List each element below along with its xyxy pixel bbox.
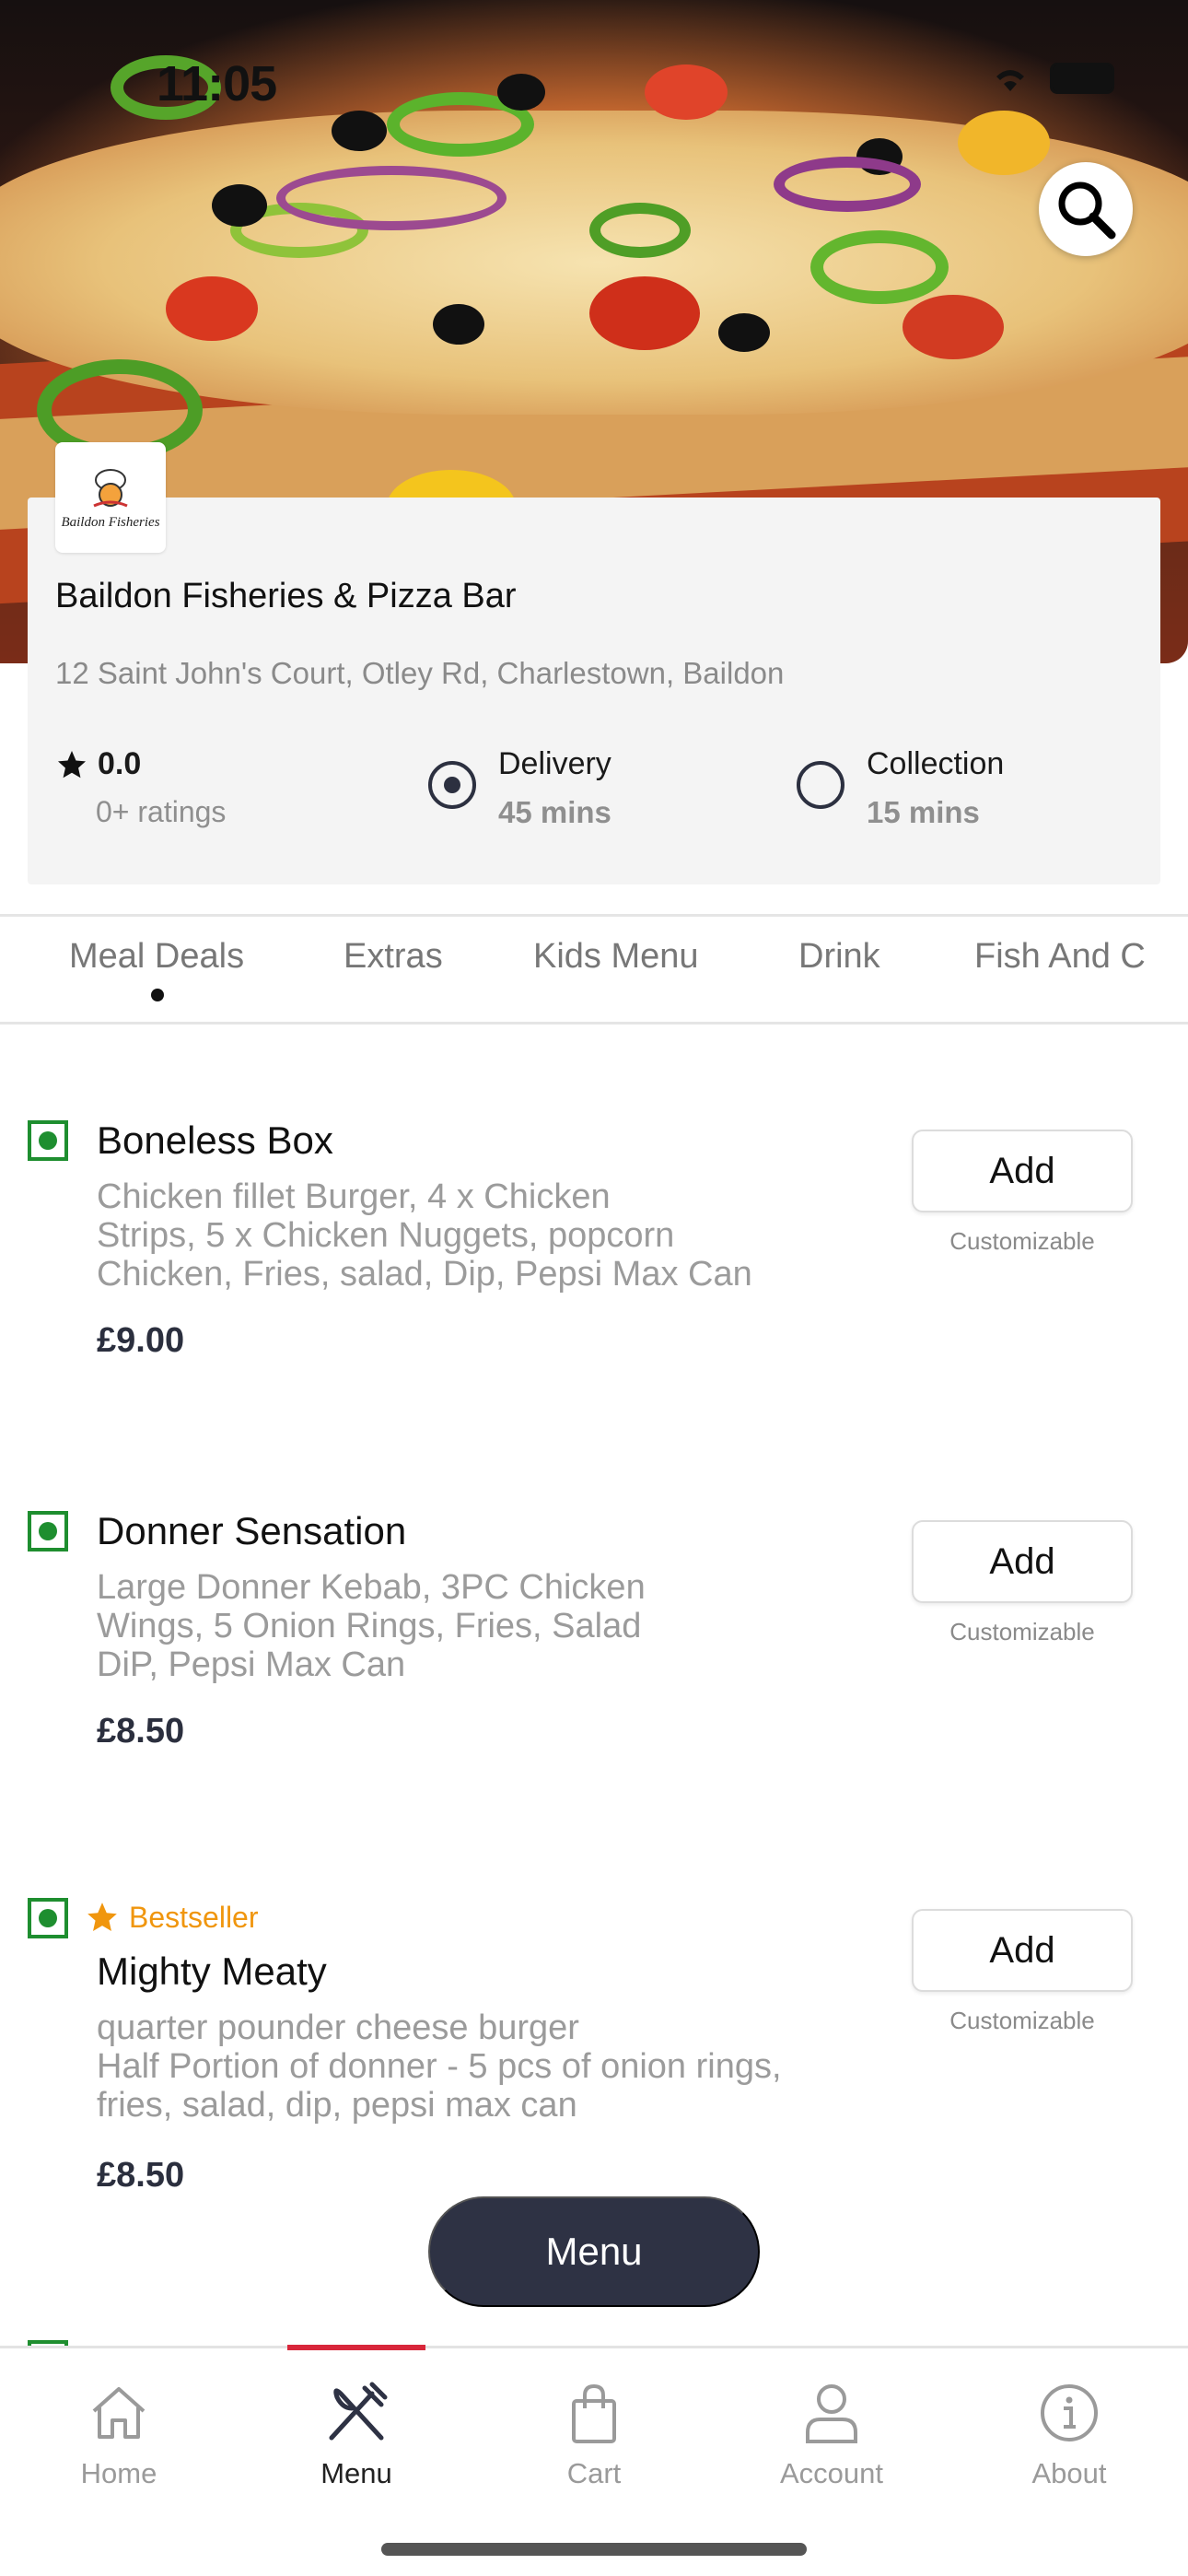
rating-block: 0.0 0+ ratings: [55, 746, 226, 829]
veg-indicator-icon: [28, 1511, 68, 1551]
item-description: quarter pounder cheese burger Half Porti…: [97, 2008, 782, 2125]
add-button[interactable]: Add: [912, 1130, 1133, 1212]
status-icons: [987, 63, 1114, 94]
bottom-nav: Home Menu Cart Account About: [0, 2345, 1188, 2576]
chef-logo-icon: [93, 468, 128, 507]
veg-indicator-icon: [28, 1898, 68, 1938]
ratings-count: 0+ ratings: [96, 795, 227, 828]
star-icon: [87, 1903, 117, 1932]
nav-account[interactable]: Account: [713, 2348, 950, 2514]
nav-home[interactable]: Home: [0, 2348, 238, 2514]
add-button[interactable]: Add: [912, 1520, 1133, 1603]
collection-radio[interactable]: [797, 761, 844, 809]
item-price: £8.50: [97, 2156, 185, 2195]
active-tab-indicator: [151, 989, 164, 1001]
tab-drink[interactable]: Drink: [798, 937, 880, 977]
tab-fish-and-chips[interactable]: Fish And C: [974, 937, 1146, 977]
rating-value: 0.0: [98, 746, 142, 781]
category-tabs: Meal Deals Extras Kids Menu Drink Fish A…: [0, 914, 1188, 1025]
status-time: 11:05: [157, 56, 277, 111]
tab-extras[interactable]: Extras: [344, 937, 443, 977]
restaurant-info-card: Baildon Fisheries Baildon Fisheries & Pi…: [28, 442, 1160, 884]
nav-about[interactable]: About: [950, 2348, 1188, 2514]
item-description: Large Donner Kebab, 3PC Chicken Wings, 5…: [97, 1568, 646, 1684]
tab-kids-menu[interactable]: Kids Menu: [533, 937, 699, 977]
user-icon: [806, 2384, 857, 2443]
item-title: Mighty Meaty: [97, 1950, 327, 1993]
battery-icon: [1050, 63, 1114, 94]
customizable-label: Customizable: [949, 2007, 1095, 2034]
menu-fab-button[interactable]: Menu: [428, 2196, 760, 2307]
search-button[interactable]: [1039, 162, 1133, 256]
home-icon: [92, 2387, 146, 2439]
item-price: £8.50: [97, 1712, 185, 1751]
search-icon: [1058, 181, 1116, 240]
collection-time: 15 mins: [867, 795, 980, 829]
item-description: Chicken fillet Burger, 4 x Chicken Strip…: [97, 1177, 752, 1294]
collection-option[interactable]: Collection 15 mins: [797, 746, 1004, 830]
collection-label: Collection: [867, 746, 1005, 781]
restaurant-logo: Baildon Fisheries: [55, 442, 166, 553]
add-button[interactable]: Add: [912, 1909, 1133, 1992]
nav-cart[interactable]: Cart: [475, 2348, 713, 2514]
veg-indicator-icon: [28, 1120, 68, 1161]
customizable-label: Customizable: [949, 1227, 1095, 1255]
info-icon: [1041, 2384, 1098, 2441]
star-icon: [58, 750, 86, 778]
delivery-label: Delivery: [498, 746, 611, 781]
delivery-radio[interactable]: [428, 761, 476, 809]
bestseller-badge: Bestseller: [85, 1900, 259, 1935]
item-price: £9.00: [97, 1321, 185, 1360]
customizable-label: Customizable: [949, 1618, 1095, 1645]
wifi-icon: [996, 70, 1024, 91]
shopping-bag-icon: [572, 2383, 616, 2443]
tab-meal-deals[interactable]: Meal Deals: [69, 937, 244, 977]
restaurant-name: Baildon Fisheries & Pizza Bar: [55, 577, 517, 615]
item-title: Boneless Box: [97, 1118, 333, 1162]
home-indicator: [381, 2543, 807, 2556]
delivery-option[interactable]: Delivery 45 mins: [428, 746, 611, 830]
delivery-time: 45 mins: [498, 795, 611, 829]
item-title: Donner Sensation: [97, 1509, 407, 1552]
nav-menu[interactable]: Menu: [238, 2348, 475, 2514]
fork-knife-icon: [329, 2382, 388, 2441]
restaurant-address: 12 Saint John's Court, Otley Rd, Charles…: [55, 656, 785, 690]
